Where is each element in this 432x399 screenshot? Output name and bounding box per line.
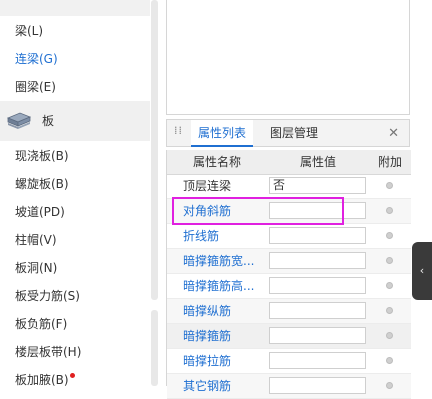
tree-group-slab[interactable]: 板 (0, 101, 150, 141)
right-edge-strip (412, 0, 432, 386)
property-row[interactable]: 暗撑箍筋宽... (167, 249, 411, 274)
col-header-name: 属性名称 (192, 155, 241, 169)
tree-item-slab-hole[interactable]: 板洞(N) (15, 258, 57, 278)
tree-item-slab-strip[interactable]: 楼层板带(H) (15, 342, 81, 362)
property-row[interactable]: 暗撑纵筋 (167, 299, 411, 324)
extra-radio[interactable] (386, 282, 393, 289)
tree-item-coupling-beam[interactable]: 连梁(G) (15, 49, 58, 69)
property-name: 顶层连梁 (183, 179, 232, 193)
close-icon[interactable]: ✕ (388, 120, 399, 147)
extra-radio[interactable] (386, 182, 393, 189)
tree-item-beam[interactable]: 梁(L) (15, 21, 43, 41)
property-row[interactable]: 其它钢筋 (167, 374, 411, 399)
properties-grid: 属性名称 属性值 附加 顶层连梁 否 对角斜筋 折线筋 暗撑箍筋宽... 暗撑箍… (166, 150, 411, 399)
property-value-field[interactable]: 否 (269, 177, 366, 194)
slab-icon (6, 112, 32, 129)
extra-radio[interactable] (386, 332, 393, 339)
properties-tab-bar: ⁞⁞ 属性列表 图层管理 ✕ (166, 119, 410, 147)
tree-item-label: 板加腋(B) (15, 373, 69, 387)
property-value-field[interactable] (269, 327, 366, 344)
extra-radio[interactable] (386, 307, 393, 314)
property-name: 暗撑箍筋 (183, 329, 232, 343)
property-name: 其它钢筋 (183, 379, 232, 393)
property-value-field[interactable] (269, 277, 366, 294)
col-header-value: 属性值 (299, 155, 336, 169)
tree-item-ring-beam[interactable]: 圈梁(E) (15, 77, 56, 97)
grid-header: 属性名称 属性值 附加 (167, 150, 411, 175)
chevron-left-icon[interactable]: ‹ (412, 242, 432, 300)
extra-radio[interactable] (386, 257, 393, 264)
property-value-field[interactable] (269, 252, 366, 269)
extra-radio[interactable] (386, 357, 393, 364)
highlight-box (172, 197, 344, 225)
tree-item-negative-rebar[interactable]: 板负筋(F) (15, 314, 67, 334)
drag-grip-icon[interactable]: ⁞⁞ (174, 125, 182, 141)
property-value-field[interactable] (269, 227, 366, 244)
property-name: 暗撑箍筋宽... (183, 254, 255, 268)
property-name: 折线筋 (183, 229, 220, 243)
property-name: 暗撑箍筋高... (183, 279, 255, 293)
property-name: 暗撑纵筋 (183, 304, 232, 318)
tree-item-slab-rebar[interactable]: 板受力筋(S) (15, 286, 80, 306)
extra-radio[interactable] (386, 207, 393, 214)
tab-layer-management[interactable]: 图层管理 (263, 120, 325, 147)
component-tree-panel: 梁(L) 连梁(G) 圈梁(E) 板 现浇板(B) 螺旋板(B) 坡道(PD) … (0, 0, 158, 387)
property-value-field[interactable] (269, 302, 366, 319)
property-row[interactable]: 折线筋 (167, 224, 411, 249)
tree-scrollbar-lower[interactable] (151, 310, 158, 386)
extra-radio[interactable] (386, 232, 393, 239)
preview-area (166, 0, 410, 115)
property-value-field[interactable] (269, 352, 366, 369)
tab-property-list[interactable]: 属性列表 (191, 120, 253, 147)
alert-dot (69, 373, 75, 378)
tree-item-spiral-slab[interactable]: 螺旋板(B) (15, 174, 69, 194)
tree-group-label: 板 (42, 114, 55, 128)
tree-item-cast-slab[interactable]: 现浇板(B) (15, 146, 69, 166)
tree-header-strip (0, 0, 150, 16)
property-row[interactable]: 顶层连梁 否 (167, 174, 411, 199)
col-header-extra: 附加 (377, 155, 402, 169)
property-row[interactable]: 暗撑拉筋 (167, 349, 411, 374)
property-name: 暗撑拉筋 (183, 354, 232, 368)
tree-item-ramp[interactable]: 坡道(PD) (15, 202, 65, 222)
tree-item-slab-haunch[interactable]: 板加腋(B) (15, 370, 75, 390)
tree-item-column-cap[interactable]: 柱帽(V) (15, 230, 57, 250)
property-row[interactable]: 暗撑箍筋 (167, 324, 411, 349)
tree-scrollbar[interactable] (151, 0, 158, 300)
property-row[interactable]: 暗撑箍筋高... (167, 274, 411, 299)
